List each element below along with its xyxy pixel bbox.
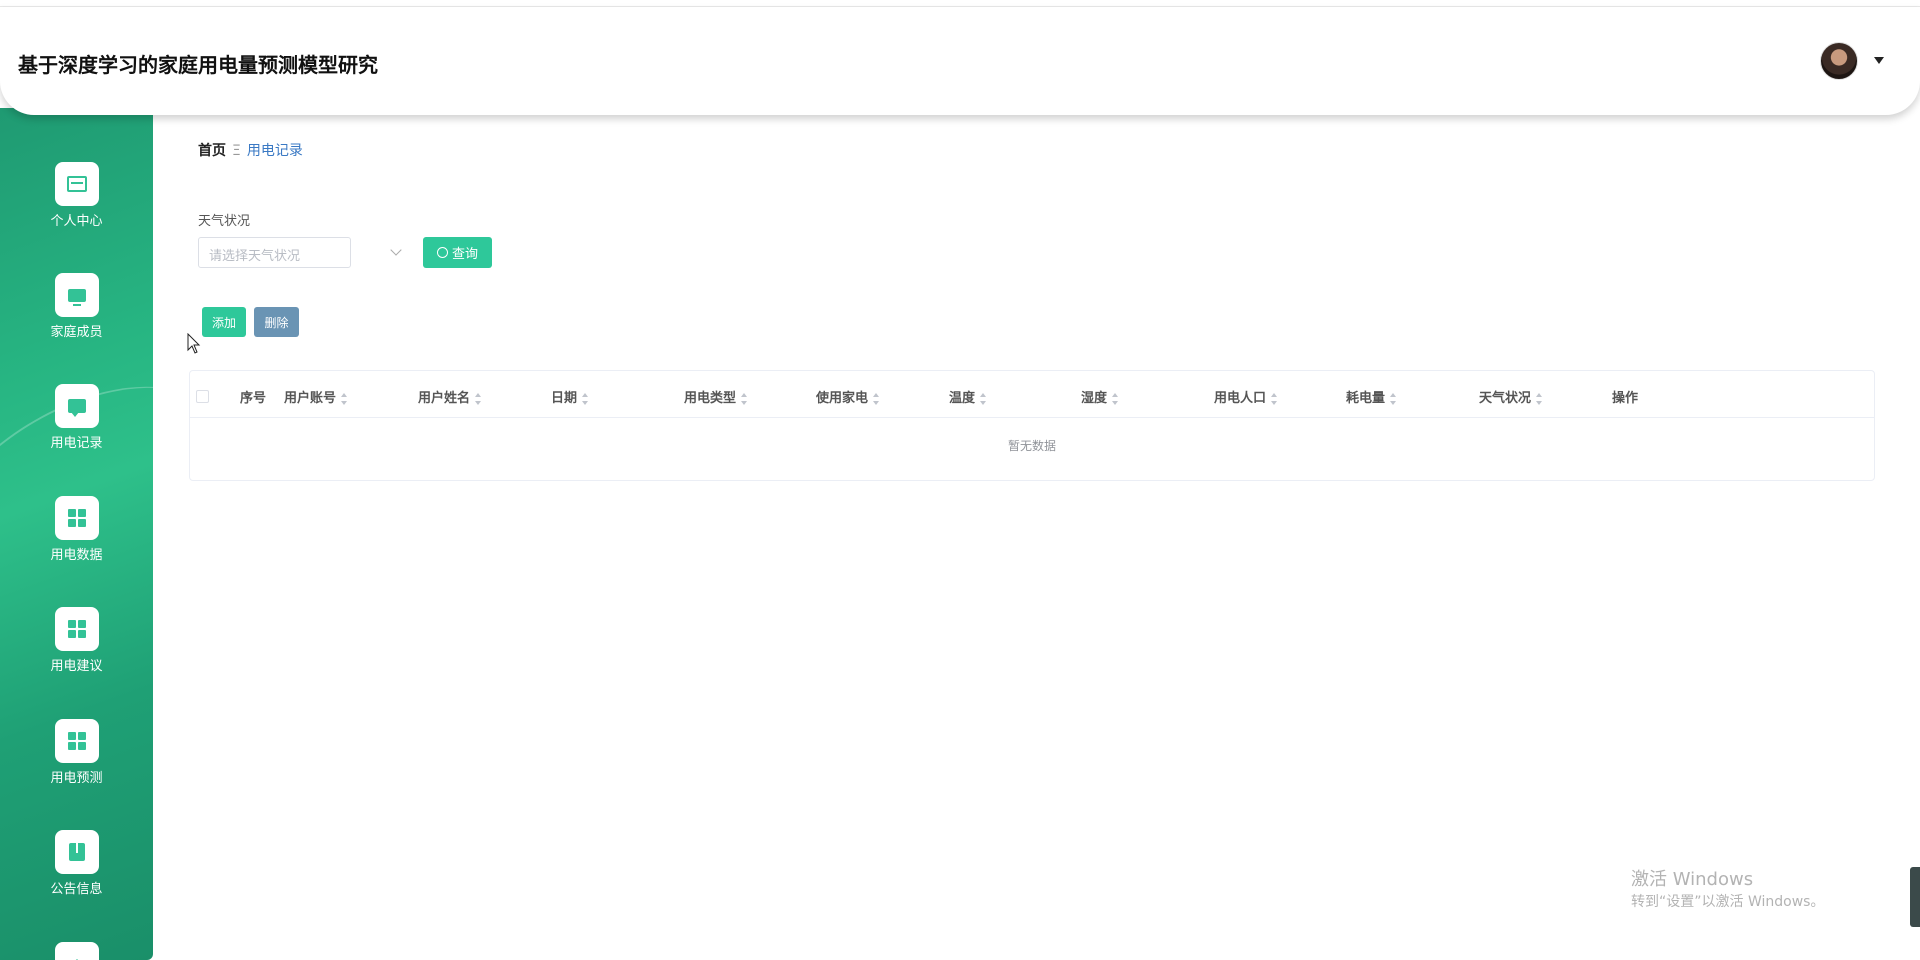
sidebar-item-label: 用电预测 (50, 771, 103, 786)
sidebar-item-label: 公告信息 (50, 882, 103, 897)
side-panel-handle[interactable] (1910, 867, 1920, 927)
column-index: 序号 (240, 391, 267, 406)
sort-icon[interactable] (1390, 392, 1397, 405)
sidebar-item-label: 用电数据 (50, 548, 103, 563)
sidebar-item-family-members[interactable]: 家庭成员 (0, 273, 153, 340)
weather-select[interactable]: 请选择天气状况 (198, 237, 351, 268)
mouse-cursor-icon (187, 333, 201, 354)
sort-icon[interactable] (1536, 392, 1543, 405)
sort-icon[interactable] (1112, 392, 1119, 405)
records-table: 序号 用户账号 用户姓名 日期 用电类型 使用家电 温度 湿度 用电人口 耗电量… (189, 370, 1875, 481)
windows-activation-subtitle: 转到“设置”以激活 Windows。 (1631, 894, 1825, 910)
sidebar-item-announcements[interactable]: 公告信息 (0, 830, 153, 897)
grid-icon (67, 509, 86, 527)
column-name[interactable]: 用户姓名 (418, 387, 482, 406)
column-account[interactable]: 用户账号 (284, 387, 348, 406)
sidebar-item-label: 用电记录 (50, 436, 103, 451)
sidebar-item-more[interactable] (0, 942, 153, 960)
sort-icon[interactable] (741, 392, 748, 405)
sort-icon[interactable] (341, 392, 348, 405)
query-button-label: 查询 (451, 247, 478, 262)
monitor-icon (67, 288, 86, 306)
weather-filter-label: 天气状况 (198, 214, 251, 229)
chevron-down-icon[interactable] (390, 244, 402, 256)
column-date[interactable]: 日期 (551, 387, 589, 406)
sort-icon[interactable] (475, 392, 482, 405)
sort-icon[interactable] (1271, 392, 1278, 405)
book-icon (68, 843, 85, 861)
table-empty-text: 暂无数据 (1007, 439, 1056, 453)
sort-icon[interactable] (980, 392, 987, 405)
breadcrumb-separator: Ξ (232, 143, 241, 159)
sidebar-item-usage-prediction[interactable]: 用电预测 (0, 719, 153, 786)
app-title: 基于深度学习的家庭用电量预测模型研究 (18, 53, 378, 77)
user-avatar[interactable] (1820, 42, 1858, 80)
grid-icon (67, 620, 86, 638)
sidebar-item-label: 家庭成员 (50, 325, 103, 340)
sidebar-item-usage-records[interactable]: 用电记录 (0, 384, 153, 451)
add-button[interactable]: 添加 (202, 307, 246, 337)
column-weather[interactable]: 天气状况 (1479, 387, 1543, 406)
sort-icon[interactable] (873, 392, 880, 405)
column-usage-type[interactable]: 用电类型 (684, 387, 748, 406)
breadcrumb-current: 用电记录 (246, 143, 303, 159)
sidebar-item-label: 个人中心 (50, 214, 103, 229)
column-household-size[interactable]: 用电人口 (1214, 387, 1278, 406)
search-icon (436, 247, 448, 258)
query-button[interactable]: 查询 (423, 237, 492, 268)
delete-button[interactable]: 删除 (254, 307, 299, 337)
sidebar-item-label: 用电建议 (50, 659, 103, 674)
column-consumption[interactable]: 耗电量 (1346, 387, 1397, 406)
select-all-checkbox[interactable] (196, 390, 209, 403)
table-header: 序号 用户账号 用户姓名 日期 用电类型 使用家电 温度 湿度 用电人口 耗电量… (190, 371, 1874, 418)
windows-activation-title: 激活 Windows (1631, 869, 1754, 890)
grid-icon (67, 732, 86, 750)
sidebar-item-usage-data[interactable]: 用电数据 (0, 496, 153, 563)
column-humidity[interactable]: 湿度 (1081, 387, 1119, 406)
chat-icon (67, 399, 86, 417)
card-icon (66, 176, 87, 192)
weather-select-placeholder: 请选择天气状况 (209, 249, 301, 264)
sidebar: 个人中心 家庭成员 用电记录 用电数据 用电建议 用电预测 公告信息 (0, 108, 153, 960)
column-actions: 操作 (1612, 391, 1639, 406)
sort-icon[interactable] (582, 392, 589, 405)
app-header: 基于深度学习的家庭用电量预测模型研究 (0, 7, 1920, 115)
column-appliance[interactable]: 使用家电 (816, 387, 880, 406)
breadcrumb-home[interactable]: 首页 (198, 143, 226, 159)
breadcrumb: 首页 Ξ 用电记录 (198, 140, 303, 160)
sidebar-item-personal-center[interactable]: 个人中心 (0, 162, 153, 229)
user-menu-caret-icon[interactable] (1874, 57, 1884, 64)
sidebar-item-usage-advice[interactable]: 用电建议 (0, 607, 153, 674)
column-temperature[interactable]: 温度 (949, 387, 987, 406)
